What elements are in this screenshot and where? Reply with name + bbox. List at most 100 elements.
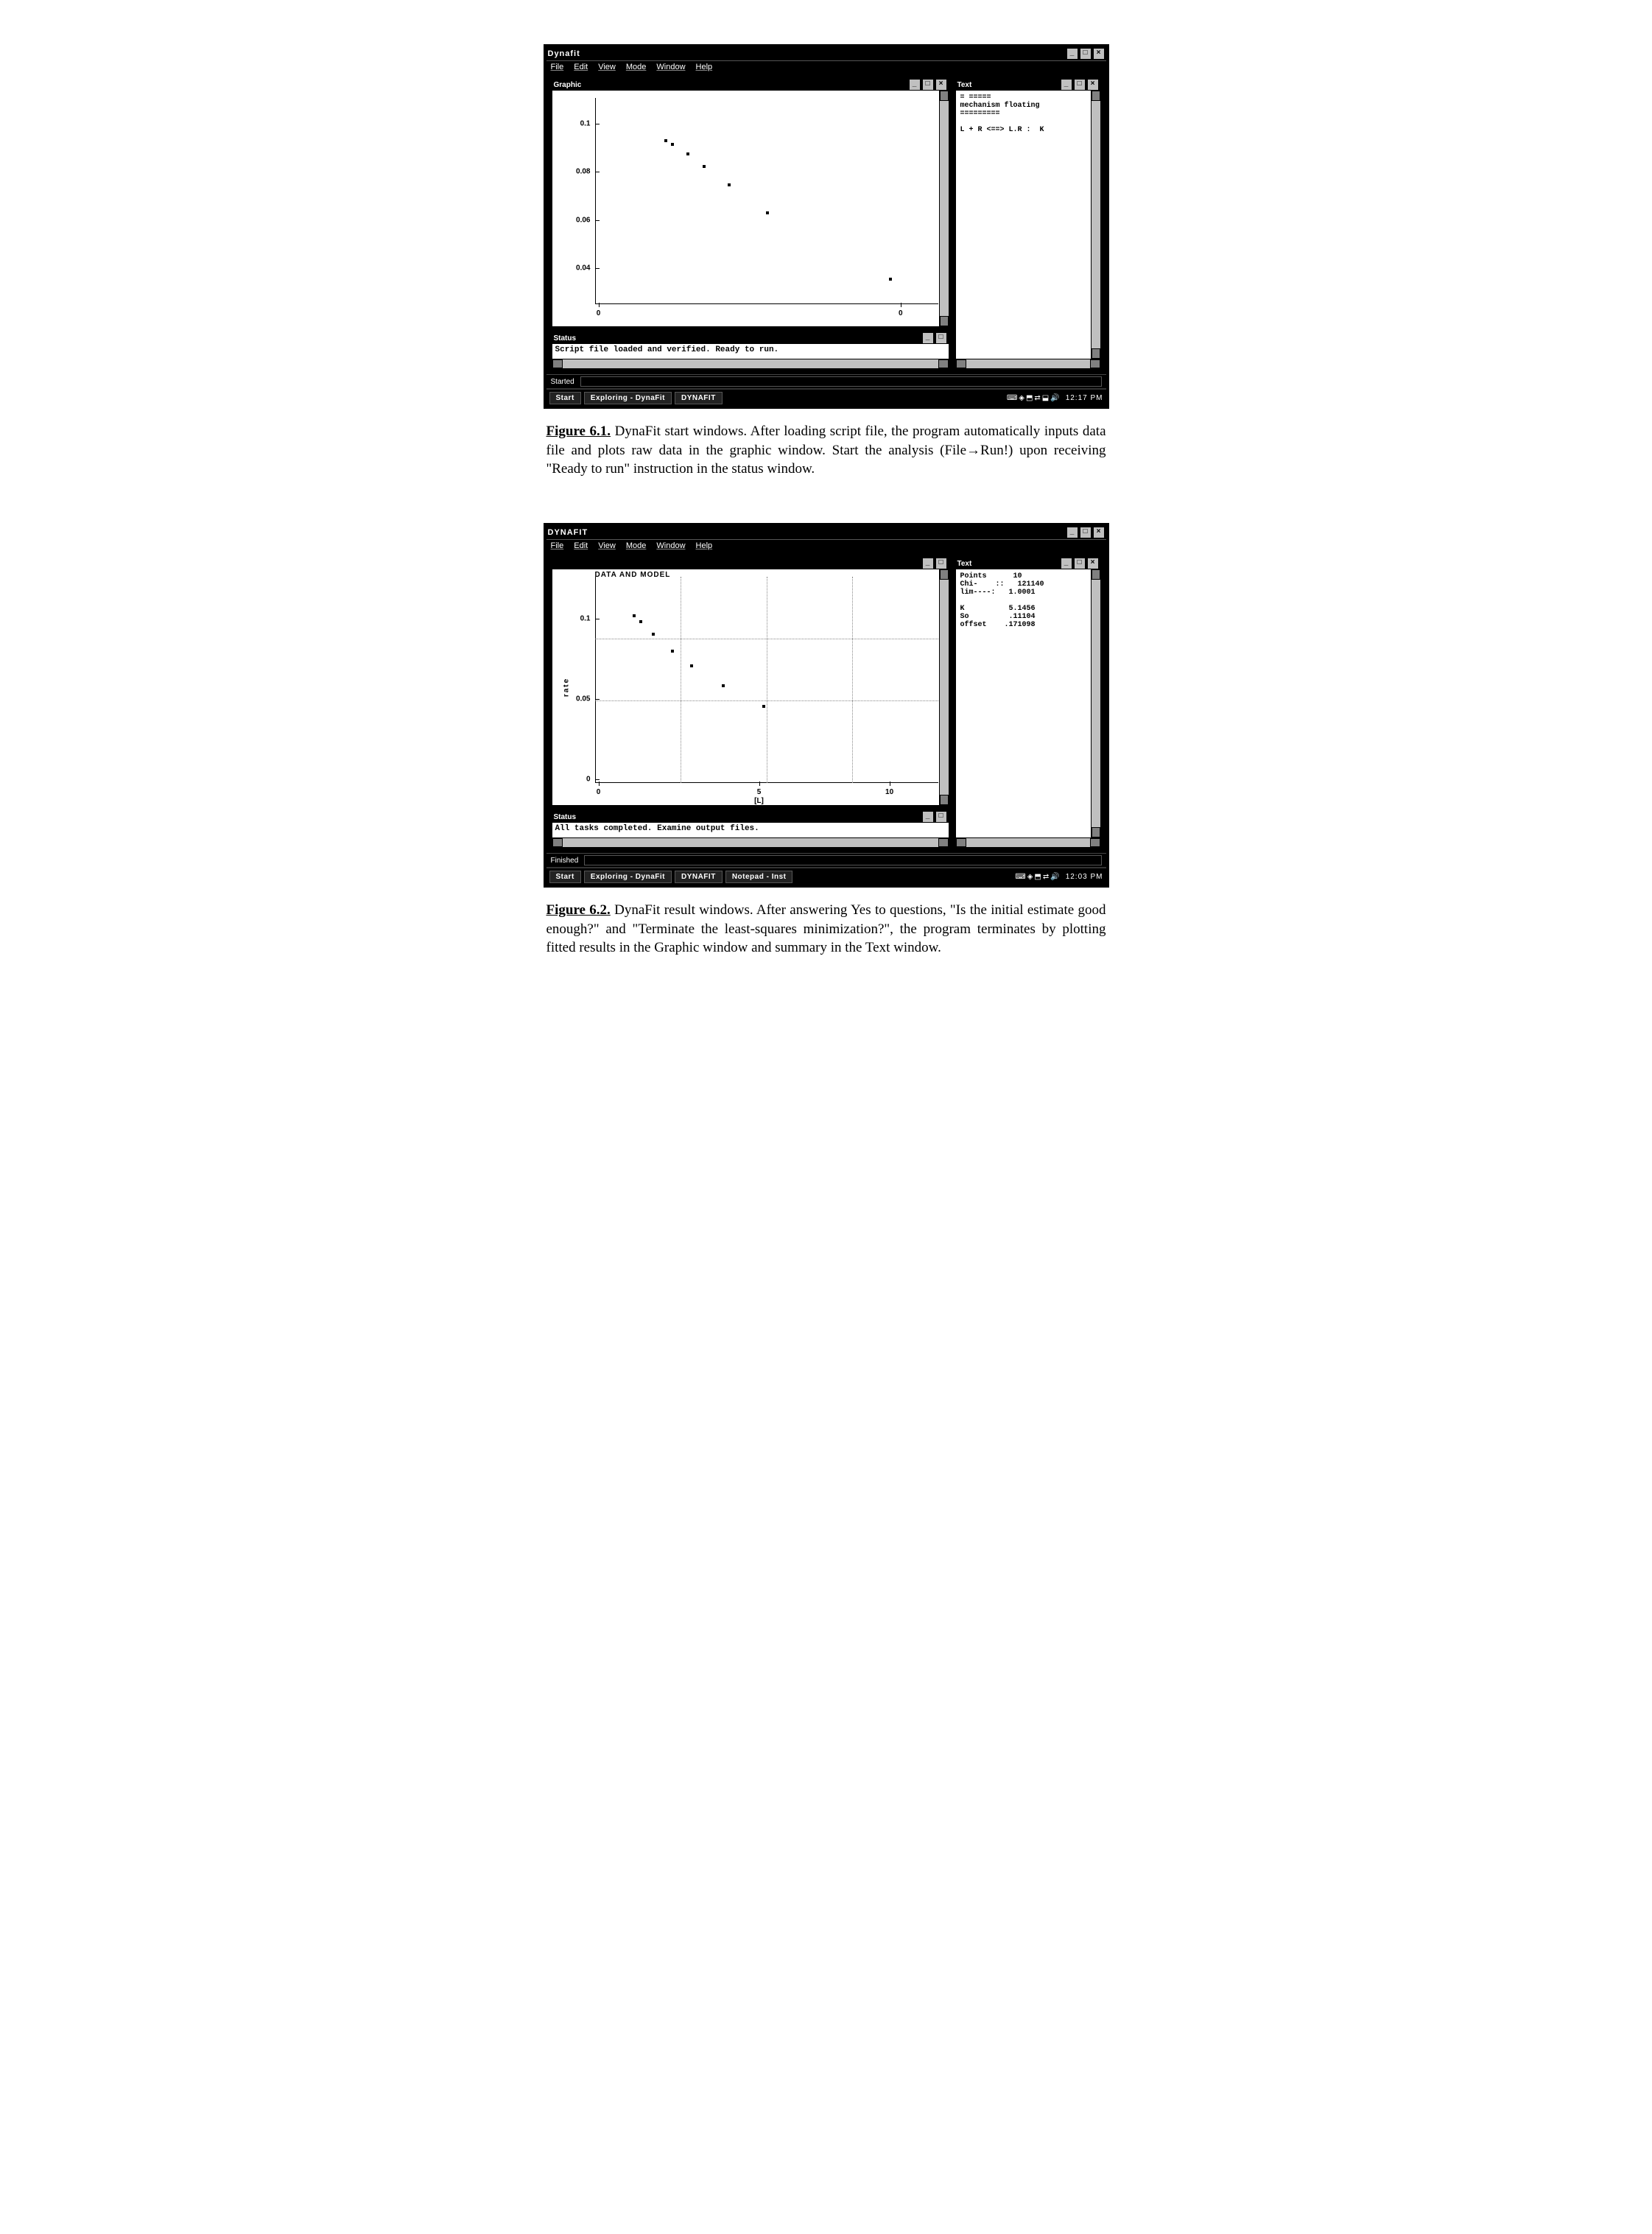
system-tray: ⌨◈⬒⇄⬓🔊 12:17 PM bbox=[1007, 394, 1103, 402]
data-point bbox=[652, 633, 655, 636]
text-title: Text bbox=[957, 81, 1061, 89]
xtick-mark bbox=[599, 303, 600, 307]
child-maximize-button[interactable]: □ bbox=[935, 558, 947, 569]
text-row: K 5.1456 bbox=[960, 605, 1036, 613]
scrollbar-horizontal[interactable] bbox=[956, 837, 1100, 847]
child-maximize-button[interactable]: □ bbox=[922, 79, 934, 91]
progress-bar: Finished bbox=[546, 853, 1106, 867]
progress-track bbox=[580, 376, 1102, 387]
child-close-button[interactable]: × bbox=[1087, 79, 1099, 91]
xtick: 5 bbox=[757, 788, 762, 796]
maximize-button[interactable]: □ bbox=[1080, 48, 1092, 60]
text-line: L + R <==> L.R : K bbox=[960, 126, 1044, 134]
taskbar-item[interactable]: Exploring - DynaFit bbox=[584, 871, 672, 883]
data-point bbox=[889, 278, 892, 281]
xtick-mark bbox=[759, 781, 760, 786]
close-button[interactable]: × bbox=[1093, 48, 1105, 60]
plot-frame bbox=[595, 577, 938, 783]
progress-bar: Started bbox=[546, 374, 1106, 388]
menu-help[interactable]: Help bbox=[696, 541, 713, 550]
screenshot-2: DYNAFIT _ □ × File Edit View Mode Window… bbox=[544, 523, 1109, 888]
menu-window[interactable]: Window bbox=[656, 541, 685, 550]
menu-bar: File Edit View Mode Window Help bbox=[546, 60, 1106, 73]
menu-view[interactable]: View bbox=[598, 63, 616, 71]
menu-edit[interactable]: Edit bbox=[574, 541, 588, 550]
tray-icons[interactable]: ⌨◈⬒⇄⬓🔊 bbox=[1007, 394, 1061, 402]
text-window: Text _ □ × = ===== mechanism floating ==… bbox=[955, 77, 1102, 370]
figure-1-caption: Figure 6.1. DynaFit start windows. After… bbox=[546, 422, 1106, 479]
minimize-button[interactable]: _ bbox=[1066, 48, 1078, 60]
taskbar-item[interactable]: Exploring - DynaFit bbox=[584, 392, 672, 404]
text-title: Text bbox=[957, 560, 1061, 568]
xlabel: [L] bbox=[754, 797, 764, 805]
xtick: 10 bbox=[885, 788, 893, 796]
scrollbar-horizontal[interactable] bbox=[552, 359, 949, 368]
app-title: Dynafit bbox=[548, 49, 1066, 58]
child-minimize-button[interactable]: _ bbox=[909, 79, 921, 91]
menu-window[interactable]: Window bbox=[656, 63, 685, 71]
text-row: offset .171098 bbox=[960, 621, 1036, 629]
xtick: 0 bbox=[597, 309, 601, 317]
scrollbar-vertical[interactable] bbox=[939, 91, 949, 326]
graphic-window: Graphic _ □ × 0.1 0.08 bbox=[551, 77, 950, 328]
xtick: 0 bbox=[899, 309, 903, 317]
window-controls: _ □ × bbox=[1066, 527, 1105, 538]
xtick-mark bbox=[599, 781, 600, 786]
app-titlebar: DYNAFIT _ □ × bbox=[546, 526, 1106, 539]
close-button[interactable]: × bbox=[1093, 527, 1105, 538]
data-point bbox=[633, 614, 636, 617]
menu-edit[interactable]: Edit bbox=[574, 63, 588, 71]
graphic-title: Graphic bbox=[554, 81, 909, 89]
child-maximize-button[interactable]: □ bbox=[935, 332, 947, 344]
menu-mode[interactable]: Mode bbox=[626, 541, 647, 550]
progress-label: Started bbox=[551, 378, 574, 386]
child-minimize-button[interactable]: _ bbox=[1061, 79, 1072, 91]
start-button[interactable]: Start bbox=[549, 392, 581, 404]
taskbar: Start Exploring - DynaFit DYNAFIT Notepa… bbox=[546, 867, 1106, 885]
tray-icons[interactable]: ⌨◈⬒⇄🔊 bbox=[1015, 873, 1061, 881]
text-line: mechanism floating bbox=[960, 102, 1040, 110]
scrollbar-vertical[interactable] bbox=[1091, 91, 1100, 359]
scrollbar-horizontal[interactable] bbox=[956, 359, 1100, 368]
menu-mode[interactable]: Mode bbox=[626, 63, 647, 71]
caption-lead: Figure 6.1. bbox=[546, 424, 611, 439]
ytick: 0.05 bbox=[569, 695, 591, 703]
ytick: 0.04 bbox=[569, 264, 591, 273]
app-titlebar: Dynafit _ □ × bbox=[546, 47, 1106, 60]
menu-file[interactable]: File bbox=[551, 541, 564, 550]
ytick-mark bbox=[595, 699, 600, 700]
status-text: All tasks completed. Examine output file… bbox=[552, 823, 949, 837]
ytick: 0.06 bbox=[569, 216, 591, 224]
minimize-button[interactable]: _ bbox=[1066, 527, 1078, 538]
child-close-button[interactable]: × bbox=[935, 79, 947, 91]
child-maximize-button[interactable]: □ bbox=[1074, 558, 1086, 569]
child-minimize-button[interactable]: _ bbox=[922, 811, 934, 823]
taskbar-item[interactable]: DYNAFIT bbox=[675, 871, 723, 883]
data-point bbox=[762, 705, 765, 708]
child-close-button[interactable]: × bbox=[1087, 558, 1099, 569]
child-minimize-button[interactable]: _ bbox=[922, 558, 934, 569]
child-maximize-button[interactable]: □ bbox=[935, 811, 947, 823]
text-row: Chi- :: 121140 bbox=[960, 580, 1044, 589]
child-minimize-button[interactable]: _ bbox=[922, 332, 934, 344]
child-maximize-button[interactable]: □ bbox=[1074, 79, 1086, 91]
start-button[interactable]: Start bbox=[549, 871, 581, 883]
ytick-mark bbox=[595, 779, 600, 780]
text-body: Points 10 Chi- :: 121140 lim----: 1.0001… bbox=[956, 569, 1100, 837]
scrollbar-vertical[interactable] bbox=[1091, 569, 1100, 837]
menu-help[interactable]: Help bbox=[696, 63, 713, 71]
scrollbar-horizontal[interactable] bbox=[552, 837, 949, 847]
taskbar-item[interactable]: DYNAFIT bbox=[675, 392, 723, 404]
ytick: 0.1 bbox=[569, 614, 591, 622]
taskbar-item[interactable]: Notepad - Inst bbox=[725, 871, 793, 883]
maximize-button[interactable]: □ bbox=[1080, 527, 1092, 538]
data-point bbox=[722, 684, 725, 687]
scrollbar-vertical[interactable] bbox=[939, 569, 949, 805]
text-window: Text _ □ × Points 10 Chi- :: 121140 lim-… bbox=[955, 556, 1102, 849]
menu-file[interactable]: File bbox=[551, 63, 564, 71]
ytick: 0 bbox=[569, 775, 591, 783]
status-window: Status _ □ All tasks completed. Examine … bbox=[551, 809, 950, 849]
menu-view[interactable]: View bbox=[598, 541, 616, 550]
child-minimize-button[interactable]: _ bbox=[1061, 558, 1072, 569]
data-point bbox=[686, 152, 689, 155]
